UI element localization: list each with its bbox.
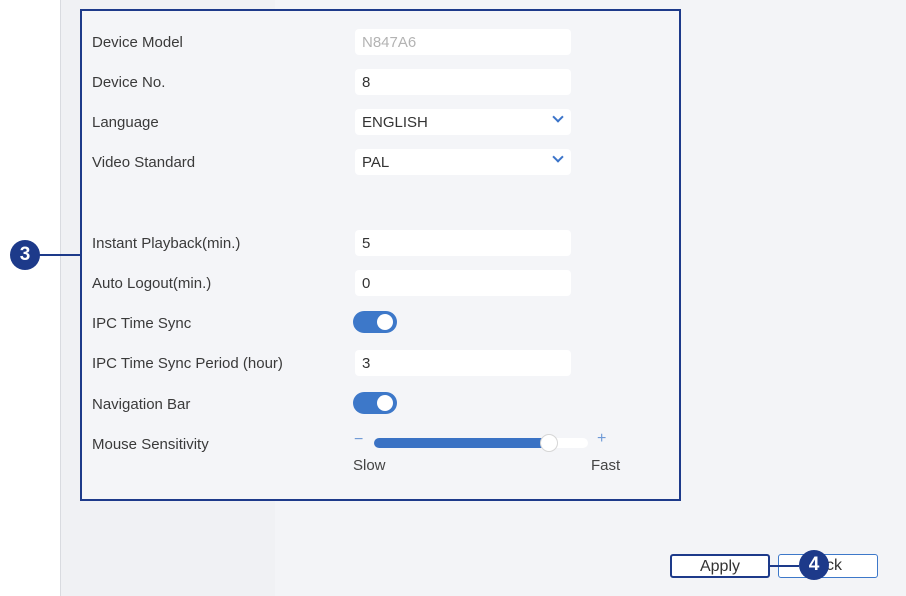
device-no-input[interactable]: 8 [355,69,571,95]
callout-marker-4: 4 [799,550,829,580]
row-auto-logout: Auto Logout(min.) 0 [92,270,652,296]
plus-icon[interactable]: + [597,430,606,448]
language-select[interactable]: ENGLISH [355,109,571,135]
mouse-sensitivity-label: Mouse Sensitivity [92,436,209,453]
slider-thumb[interactable] [540,434,558,452]
auto-logout-input[interactable]: 0 [355,270,571,296]
ipc-time-sync-label: IPC Time Sync [92,315,192,332]
row-device-model: Device Model N847A6 [92,29,652,55]
navigation-bar-label: Navigation Bar [92,396,191,413]
row-instant-playback: Instant Playback(min.) 5 [92,230,652,256]
auto-logout-label: Auto Logout(min.) [92,275,212,292]
row-navigation-bar: Navigation Bar [92,391,652,417]
row-language: Language ENGLISH [92,109,652,135]
callout-line-4 [769,565,799,567]
device-model-label: Device Model [92,34,183,51]
ipc-time-sync-period-label: IPC Time Sync Period (hour) [92,355,283,372]
row-video-standard: Video Standard PAL [92,149,652,175]
device-model-field: N847A6 [355,29,571,55]
row-ipc-time-sync-period: IPC Time Sync Period (hour) 3 [92,350,652,376]
row-ipc-time-sync: IPC Time Sync [92,310,652,336]
mouse-sensitivity-slider[interactable] [374,434,588,452]
video-standard-value: PAL [362,154,390,171]
video-standard-label: Video Standard [92,154,196,171]
toggle-knob [377,395,393,411]
slider-max-caption: Fast [591,457,621,474]
callout-marker-3: 3 [10,240,40,270]
instant-playback-input[interactable]: 5 [355,230,571,256]
navigation-bar-toggle[interactable] [353,392,397,414]
language-value: ENGLISH [362,114,428,131]
ipc-time-sync-toggle[interactable] [353,311,397,333]
chevron-down-icon [552,111,564,123]
callout-line-3 [38,254,81,256]
toggle-knob [377,314,393,330]
row-mouse-sensitivity: Mouse Sensitivity − + Slow Fast [92,430,652,481]
instant-playback-label: Instant Playback(min.) [92,235,241,252]
ipc-time-sync-period-input[interactable]: 3 [355,350,571,376]
language-label: Language [92,114,159,131]
row-device-no: Device No. 8 [92,69,652,95]
device-no-label: Device No. [92,74,166,91]
minus-icon[interactable]: − [354,431,363,449]
slider-fill [374,438,549,448]
chevron-down-icon [552,151,564,163]
slider-min-caption: Slow [353,457,386,474]
video-standard-select[interactable]: PAL [355,149,571,175]
apply-button[interactable]: Apply [670,554,770,578]
